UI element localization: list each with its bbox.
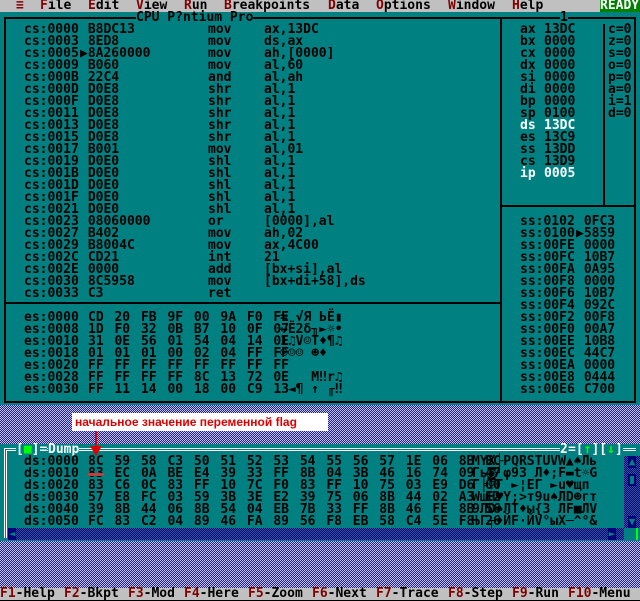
fkey-key: F6 — [312, 586, 328, 601]
register-value[interactable]: 0005 — [544, 167, 575, 180]
scroll-up-arrow-icon[interactable]: ▲ — [628, 456, 636, 468]
fkey-label: -Zoom — [263, 586, 303, 601]
scroll-down-arrow-icon[interactable]: ▼ — [628, 516, 636, 528]
stack-address[interactable]: ss:00E6 — [520, 383, 575, 396]
code-mnemonic[interactable]: ret — [208, 287, 231, 300]
menu-bar: ≡ File Edit View Run Breakpoints Data Options Wi… — [0, 0, 640, 12]
dump-bytes[interactable]: FC 83 C2 04 89 46 FA 89 56 F8 EB 58 C4 5… — [88, 515, 501, 528]
fkey-label: -Menu — [591, 586, 631, 601]
turbo-debugger-screen: ≡ File Edit View Run Breakpoints Data Options Wi… — [0, 0, 640, 600]
data-ascii: ◄¶ ↑ ╓‼ — [280, 382, 343, 397]
flag-value[interactable]: d=0 — [608, 107, 631, 120]
dump-window[interactable]: [■]= Dump 2 =[↑][↓] ▲ ▼ ◄ ► ds:0000 8C 59… — [0, 442, 640, 541]
data-pane-divider — [4, 302, 502, 304]
cpu-window-title: CPU P?ntium Pro — [136, 10, 254, 25]
register-pane-divider — [500, 17, 502, 403]
fkey-f9[interactable]: F9-Run — [512, 586, 559, 601]
vertical-scrollbar[interactable]: ▲ ▼ — [624, 456, 640, 528]
menu-item-6[interactable]: Data — [328, 0, 359, 12]
dump-address[interactable]: ds:0050 — [24, 515, 79, 528]
menu-item-0[interactable]: ≡ — [16, 0, 24, 12]
fkey-f1[interactable]: F1-Help — [0, 586, 55, 601]
menu-item-9[interactable]: Help — [512, 0, 543, 12]
menu-item-8[interactable]: Window — [448, 0, 495, 12]
fkey-key: F7 — [376, 586, 392, 601]
fkey-f3[interactable]: F3-Mod — [128, 586, 175, 601]
fkey-f7[interactable]: F7-Trace — [376, 586, 439, 601]
fkey-label: -Bkpt — [79, 586, 119, 601]
menu-item-2[interactable]: Edit — [88, 0, 119, 12]
fkey-key: F4 — [184, 586, 200, 601]
fkey-key: F3 — [128, 586, 144, 601]
fkey-f4[interactable]: F4-Here — [184, 586, 239, 601]
fkey-f2[interactable]: F2-Bkpt — [64, 586, 119, 601]
flags-pane-divider — [603, 24, 605, 205]
horizontal-scrollbar[interactable]: ◄ ► — [8, 528, 624, 540]
fkey-key: F10 — [568, 586, 592, 601]
scroll-right-arrow-icon[interactable]: ► — [608, 528, 616, 540]
fkey-label: -Help — [15, 586, 55, 601]
status-ready: READY — [600, 0, 640, 13]
fkey-label: -Step — [463, 586, 503, 601]
fkey-f6[interactable]: F6-Next — [312, 586, 367, 601]
fkey-key: F5 — [248, 586, 264, 601]
data-address[interactable]: es:0030 — [24, 383, 79, 396]
stack-pane-divider — [500, 205, 636, 207]
function-key-bar: F1-Help F2-Bkpt F3-Mod F4-Here F5-Zoom F6-Nex… — [0, 586, 640, 601]
menu-item-7[interactable]: Options — [376, 0, 431, 12]
fkey-label: -Here — [199, 586, 239, 601]
annotation-arrow-head — [90, 446, 102, 456]
data-bytes[interactable]: FF 11 14 00 18 00 C9 13 — [88, 383, 289, 396]
fkey-key: F1 — [0, 586, 16, 601]
scroll-thumb[interactable] — [628, 474, 636, 486]
fkey-label: -Next — [327, 586, 367, 601]
register-name: ip — [520, 166, 536, 181]
code-operands[interactable]: [bx+di+58],ds — [264, 275, 366, 288]
fkey-label: -Run — [527, 586, 559, 601]
scroll-left-arrow-icon[interactable]: ◄ — [8, 528, 16, 540]
stack-value[interactable]: C700 — [576, 383, 615, 396]
menu-item-1[interactable]: File — [40, 0, 71, 12]
fkey-key: F2 — [64, 586, 80, 601]
fkey-key: F9 — [512, 586, 528, 601]
fkey-key: F8 — [448, 586, 464, 601]
code-address[interactable]: cs:0033 — [24, 287, 79, 300]
code-bytes[interactable]: C3 — [80, 287, 104, 300]
fkey-f5[interactable]: F5-Zoom — [248, 586, 303, 601]
fkey-label: -Mod — [143, 586, 175, 601]
annotation-label: начальное значение переменной flag — [72, 413, 328, 431]
fkey-f10[interactable]: F10-Menu — [568, 586, 631, 601]
dump-cursor — [88, 473, 104, 476]
fkey-label: -Trace — [391, 586, 439, 601]
dump-ascii: ЊГ┬♦ЙF·ЙV°ыX─^°& — [472, 514, 598, 529]
resize-corner[interactable] — [636, 528, 638, 540]
fkey-f8[interactable]: F8-Step — [448, 586, 503, 601]
cpu-window[interactable]: CPU P?ntium Pro 1 cs:0000 B8DC13 mov ax,13… — [0, 10, 640, 405]
zoom-down-icon[interactable]: ↓ — [607, 442, 615, 457]
